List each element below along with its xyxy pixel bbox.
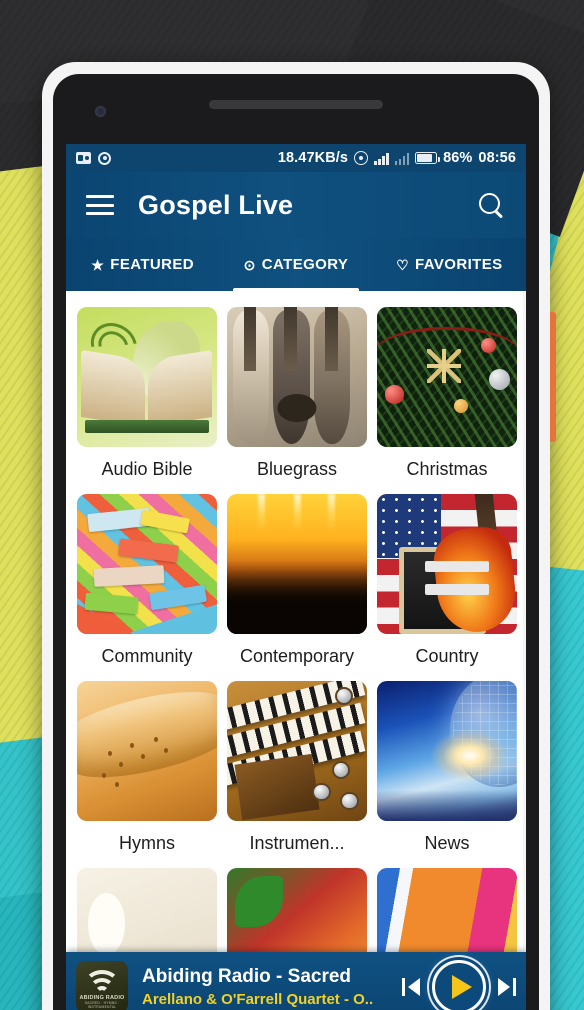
app-screen: 18.47KB/s 86% 08:56 Gospel Live ★ FEATUR… [66,144,526,1010]
album-art-brand: ABIDING RADIO SACRED · HYMNS · INSTRUMEN… [76,995,128,1009]
category-label: News [424,833,470,853]
phone-screen-bezel: 18.47KB/s 86% 08:56 Gospel Live ★ FEATUR… [53,74,539,1010]
category-thumbnail [377,307,517,447]
category-thumbnail [77,681,217,821]
mini-player-bar: ABIDING RADIO SACRED · HYMNS · INSTRUMEN… [66,952,526,1010]
category-item-christmas[interactable]: Christmas [372,301,522,488]
category-thumbnail [227,681,367,821]
category-label: Audio Bible [101,459,193,479]
play-icon[interactable] [432,960,486,1010]
bluegrass-artwork [227,307,367,447]
partial-artwork [77,868,217,957]
category-item-audio-bible[interactable]: Audio Bible [72,301,222,488]
battery-icon [415,152,441,164]
status-bar: 18.47KB/s 86% 08:56 [66,144,526,172]
tab-bar: ★ FEATURED ⊙ CATEGORY ♡ FAVORITES [66,238,526,291]
hamburger-menu-icon[interactable] [86,195,114,215]
category-thumbnail [377,494,517,634]
search-icon[interactable] [476,190,506,220]
tab-favorites-label: FAVORITES [415,256,503,273]
album-art-tagline: SACRED · HYMNS · INSTRUMENTAL [84,1001,120,1009]
earpiece-speaker [209,100,383,109]
category-label: Instrumen... [249,833,345,853]
category-item-news[interactable]: News [372,675,522,862]
player-controls [400,960,518,1010]
category-item-country[interactable]: Country [372,488,522,675]
category-item-hymns[interactable]: Hymns [72,675,222,862]
category-item-partial[interactable] [372,862,522,957]
instrumental-artwork [227,681,367,821]
track-title: Abiding Radio - Sacred [142,966,352,987]
signal-bars-icon [374,152,389,165]
hymns-artwork [77,681,217,821]
tab-favorites[interactable]: ♡ FAVORITES [373,238,526,291]
power-button[interactable] [550,312,556,442]
category-item-instrumental[interactable]: Instrumen... [222,675,372,862]
target-icon: ⊙ [243,256,256,273]
status-bar-left [76,151,111,165]
tab-category-label: CATEGORY [261,256,349,273]
abiding-radio-album-art[interactable]: ABIDING RADIO SACRED · HYMNS · INSTRUMEN… [76,961,128,1010]
heart-outline-icon: ♡ [396,256,410,273]
tab-category[interactable]: ⊙ CATEGORY [219,238,372,291]
category-label: Bluegrass [256,459,338,479]
star-icon: ★ [91,256,105,273]
category-thumbnail [227,868,367,957]
clock-label: 08:56 [478,150,516,166]
category-thumbnail [227,307,367,447]
category-grid: Audio Bible Bluegrass Christmas Communit… [66,291,526,957]
app-bar: Gospel Live [66,172,526,238]
front-camera-icon [95,106,106,117]
category-thumbnail [77,307,217,447]
skip-next-icon[interactable] [496,975,518,999]
record-circle-icon [98,151,111,165]
category-thumbnail [377,681,517,821]
category-item-partial[interactable] [222,862,372,957]
tab-featured[interactable]: ★ FEATURED [66,238,219,291]
category-grid-scroll-area[interactable]: Audio Bible Bluegrass Christmas Communit… [66,291,526,957]
category-item-contemporary[interactable]: Contemporary [222,488,372,675]
category-item-bluegrass[interactable]: Bluegrass [222,301,372,488]
category-thumbnail [77,868,217,957]
category-thumbnail [377,868,517,957]
category-label: Community [101,646,193,666]
category-thumbnail [227,494,367,634]
partial-artwork [227,868,367,957]
news-artwork [377,681,517,821]
signal-bars-secondary-icon [394,152,410,165]
partial-artwork [377,868,517,957]
category-label: Contemporary [239,646,355,666]
christmas-artwork [377,307,517,447]
network-speed-label: 18.47KB/s [277,150,349,166]
battery-percent-label: 86% [443,150,473,166]
status-bar-right: 18.47KB/s 86% 08:56 [278,150,516,166]
screenshot-scene: 18.47KB/s 86% 08:56 Gospel Live ★ FEATUR… [0,0,584,1010]
hotspot-icon [354,151,369,165]
category-item-community[interactable]: Community [72,488,222,675]
country-artwork [377,494,517,634]
track-info[interactable]: Abiding Radio - Sacred Arellano & O'Farr… [142,966,400,1008]
tab-featured-label: FEATURED [110,256,195,273]
skip-previous-icon[interactable] [400,975,422,999]
category-label: Country [415,646,479,666]
contemporary-artwork [227,494,367,634]
category-label: Christmas [406,459,488,479]
category-thumbnail [77,494,217,634]
category-label: Hymns [118,833,175,853]
audio-bible-artwork [77,307,217,447]
track-subtitle: Arellano & O'Farrell Quartet - O.. [142,991,374,1008]
phone-device-frame: 18.47KB/s 86% 08:56 Gospel Live ★ FEATUR… [42,62,556,1010]
category-item-partial[interactable] [72,862,222,957]
radio-icon [76,152,91,164]
page-title: Gospel Live [138,189,294,220]
community-artwork [77,494,217,634]
